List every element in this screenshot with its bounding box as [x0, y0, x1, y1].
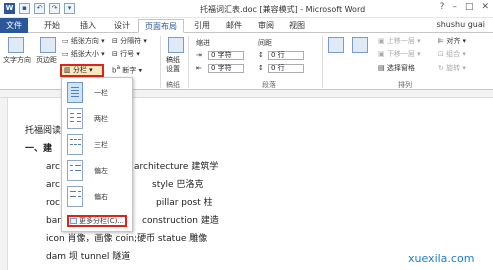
draft-group-label: 稿纸	[166, 81, 180, 89]
spacing-before-icon: ↕	[258, 51, 264, 59]
tab-view[interactable]: 视图	[283, 19, 311, 33]
redo-icon[interactable]: ↷	[49, 3, 60, 14]
margins-button[interactable]: 页边距	[36, 56, 57, 65]
draft-paper-icon[interactable]	[168, 37, 184, 53]
more-columns-label: 更多分栏(C)...	[79, 217, 125, 225]
menu-item-two-columns[interactable]: 两栏	[62, 106, 132, 132]
quick-access-toolbar: W ▪ ↶ ↷ ▾	[4, 3, 75, 14]
window-title: 托福词汇表.doc [兼容模式] - Microsoft Word	[200, 5, 366, 14]
doc-line: construction 建造	[142, 216, 219, 226]
left-column-icon	[67, 160, 83, 181]
minimize-icon[interactable]: –	[452, 2, 457, 12]
vertical-ruler[interactable]	[0, 98, 8, 270]
ribbon-tabs: 文件 开始 插入 设计 页面布局 引用 邮件 审阅 视图 shushu guai	[0, 18, 493, 33]
user-name[interactable]: shushu guai	[437, 20, 485, 29]
tab-mailings[interactable]: 邮件	[220, 19, 248, 33]
window-controls: ? – □ ✕	[440, 2, 489, 12]
more-columns-icon	[70, 218, 77, 224]
menu-item-three-columns[interactable]: 三栏	[62, 132, 132, 158]
paragraph-group-label: 段落	[262, 81, 276, 89]
margins-icon[interactable]	[40, 37, 56, 53]
line-numbers-button[interactable]: ⊟ 行号 ▾	[112, 50, 140, 59]
position-icon[interactable]	[328, 37, 344, 53]
undo-icon[interactable]: ↶	[34, 3, 45, 14]
send-backward-button[interactable]: ▣ 下移一层 ▾	[378, 50, 421, 59]
bring-forward-button[interactable]: ▣ 上移一层 ▾	[378, 37, 421, 46]
watermark-text: xuexila.com	[408, 252, 475, 265]
indent-right-input[interactable]: 0 字符	[208, 64, 244, 73]
menu-label: 三栏	[94, 141, 108, 149]
menu-label: 偏左	[94, 167, 108, 175]
indent-label: 缩进	[196, 39, 210, 47]
arrange-group-label: 排列	[398, 81, 412, 89]
tab-home[interactable]: 开始	[38, 19, 66, 33]
doc-heading-text: 一、建	[25, 144, 53, 154]
doc-line-prefix: arc	[46, 162, 60, 172]
indent-left-input[interactable]: 0 字符	[208, 51, 244, 60]
columns-dropdown-menu: 一栏 两栏 三栏 偏左 偏右 更多分栏(C)...	[61, 77, 133, 232]
doc-line: dam 坝 tunnel 隧道	[46, 252, 131, 262]
selection-pane-button[interactable]: ▤ 选择窗格	[378, 64, 415, 73]
text-direction-icon[interactable]	[8, 37, 24, 53]
group-button[interactable]: ⊡ 组合 ▾	[438, 50, 466, 59]
menu-label: 一栏	[94, 89, 108, 97]
one-column-icon	[67, 82, 83, 103]
tab-design[interactable]: 设计	[108, 19, 136, 33]
divider	[322, 36, 323, 88]
right-column-icon	[67, 186, 83, 207]
menu-label: 偏右	[94, 193, 108, 201]
title-bar: W ▪ ↶ ↷ ▾ 托福词汇表.doc [兼容模式] - Microsoft W…	[0, 0, 493, 18]
indent-right-icon: ⇤	[196, 64, 202, 72]
three-columns-icon	[67, 134, 83, 155]
columns-button[interactable]: ▥ 分栏 ▾	[60, 64, 104, 77]
spacing-after-icon: ↕	[258, 64, 264, 72]
more-columns-button[interactable]: 更多分栏(C)...	[67, 215, 127, 227]
tab-insert[interactable]: 插入	[74, 19, 102, 33]
breaks-button[interactable]: ⊟ 分隔符 ▾	[112, 37, 147, 46]
two-columns-icon	[67, 108, 83, 129]
doc-line: icon 肖像，画像 coin;硬币 statue 雕像	[46, 234, 208, 244]
doc-line-prefix: roc	[46, 198, 60, 208]
doc-line: 托福阅读	[25, 126, 62, 136]
tab-review[interactable]: 审阅	[252, 19, 280, 33]
help-icon[interactable]: ?	[440, 2, 445, 12]
hyphenation-button[interactable]: ba 断字 ▾	[112, 64, 142, 75]
menu-label: 两栏	[94, 115, 108, 123]
tab-file[interactable]: 文件	[0, 18, 28, 33]
doc-line: architecture 建筑学	[134, 162, 219, 172]
draft-paper-button[interactable]: 稿纸 设置	[166, 56, 180, 74]
maximize-icon[interactable]: □	[465, 2, 474, 12]
spacing-after-input[interactable]: 0 行	[268, 64, 304, 73]
menu-item-left[interactable]: 偏左	[62, 158, 132, 184]
size-button[interactable]: ▭ 纸张大小 ▾	[62, 50, 105, 59]
spacing-before-input[interactable]: 0 行	[268, 51, 304, 60]
doc-line-prefix: arc	[46, 180, 60, 190]
save-icon[interactable]: ▪	[19, 3, 30, 14]
rotate-button[interactable]: ↻ 旋转 ▾	[438, 64, 466, 73]
divider	[188, 36, 189, 88]
tab-references[interactable]: 引用	[188, 19, 216, 33]
menu-item-right[interactable]: 偏右	[62, 184, 132, 210]
text-direction-button[interactable]: 文字方向	[3, 56, 31, 65]
wrap-text-icon[interactable]	[352, 37, 368, 53]
word-app-icon: W	[4, 3, 15, 14]
menu-item-one-column[interactable]: 一栏	[62, 80, 132, 106]
doc-line: style 巴洛克	[152, 180, 204, 190]
doc-line: pillar post 柱	[156, 198, 213, 208]
customize-qat-icon[interactable]: ▾	[64, 3, 75, 14]
indent-left-icon: ⇥	[196, 51, 202, 59]
orientation-button[interactable]: ▭ 纸张方向 ▾	[62, 37, 105, 46]
doc-line-prefix: bar	[46, 216, 61, 226]
align-button[interactable]: ⊫ 对齐 ▾	[438, 37, 466, 46]
spacing-label: 间距	[258, 39, 272, 47]
divider	[160, 36, 161, 88]
tab-page-layout[interactable]: 页面布局	[138, 19, 184, 33]
close-icon[interactable]: ✕	[481, 2, 489, 12]
doc-heading: 一、建	[25, 144, 52, 155]
